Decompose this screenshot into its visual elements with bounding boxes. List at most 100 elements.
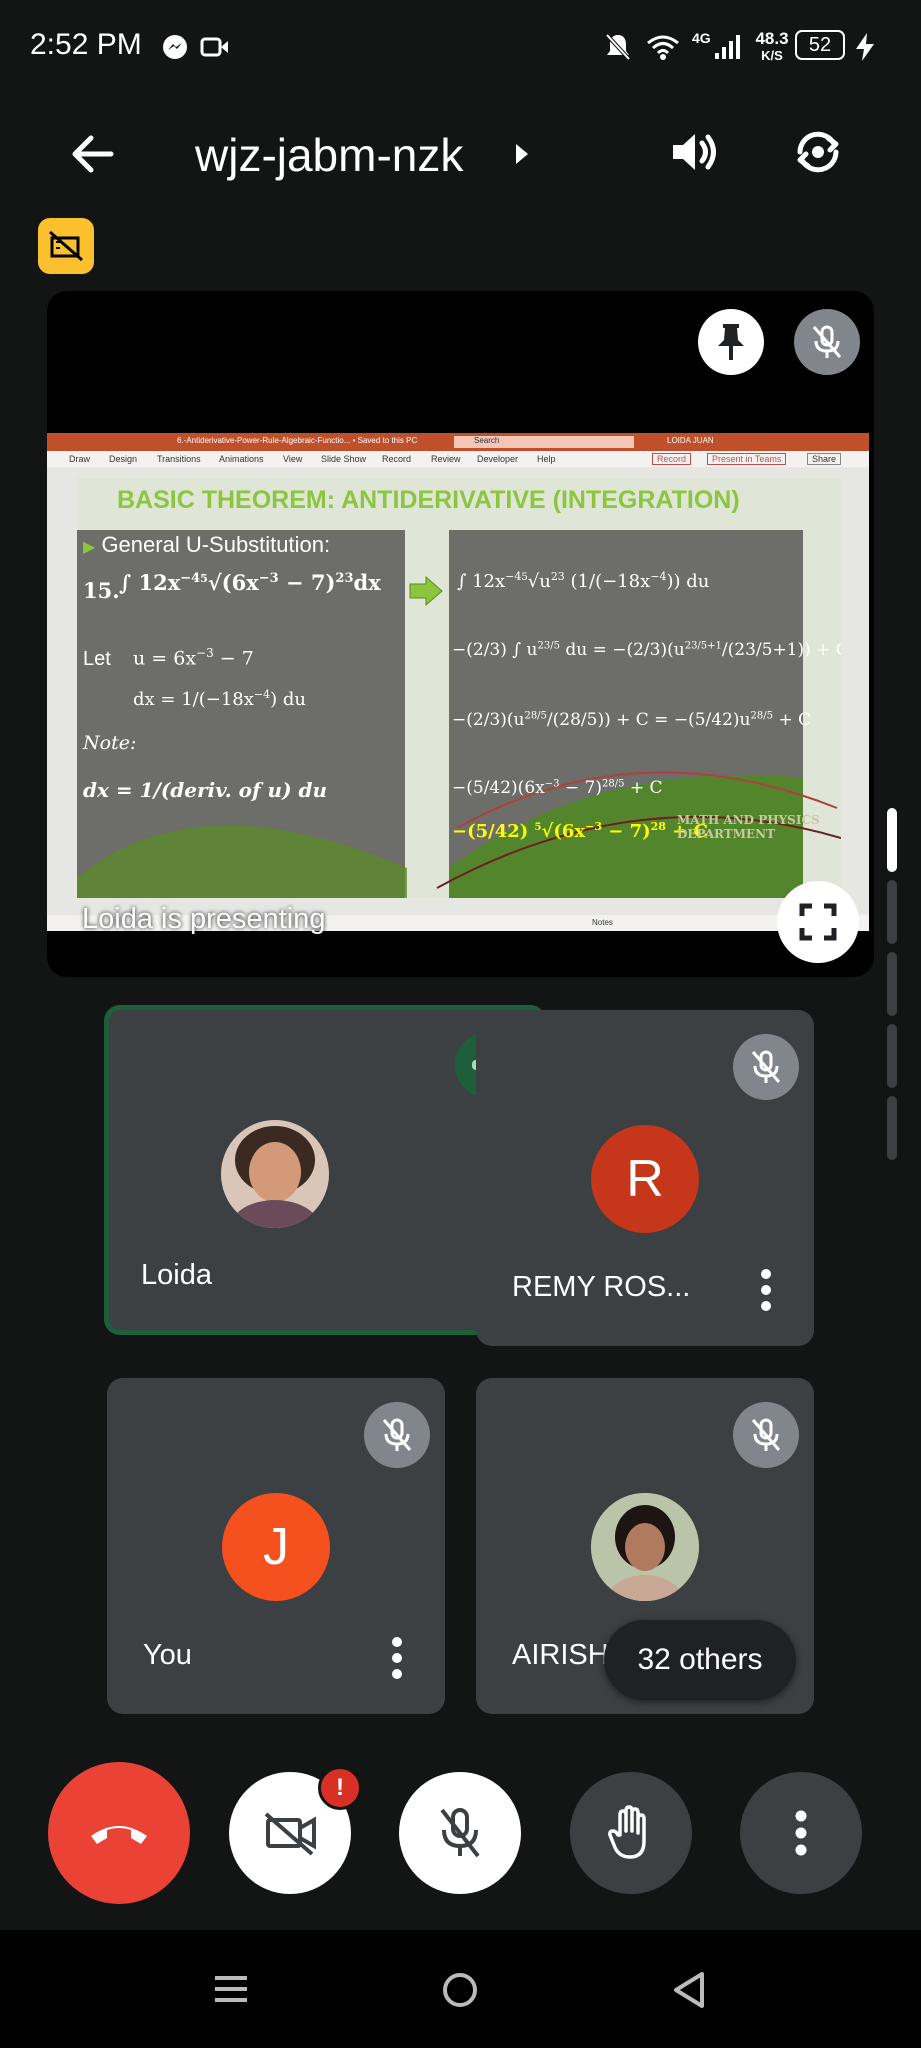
ppt-button: Present in Teams	[707, 453, 787, 465]
more-options-button[interactable]	[740, 1772, 862, 1894]
integral-expression: ∫ 12x−45√(6x−3 − 7)23dx	[119, 570, 381, 595]
mic-off-icon	[751, 1050, 781, 1083]
end-call-button[interactable]	[48, 1762, 190, 1904]
ppt-tab: Animations	[219, 454, 264, 464]
mic-off-icon	[382, 1418, 412, 1451]
note-label: Note:	[83, 732, 137, 754]
network-speed: 48.3 K/S	[752, 30, 792, 64]
hand-icon	[608, 1805, 646, 1859]
presenting-label: Loida is presenting	[82, 903, 326, 935]
scrollbar-thumb[interactable]	[887, 808, 897, 872]
participant-tile-you[interactable]: J You	[107, 1378, 445, 1714]
ppt-tab: Design	[109, 454, 138, 464]
camera-alert-badge: !	[318, 1766, 362, 1810]
department-watermark: MATH AND PHYSICS DEPARTMENT	[677, 813, 820, 841]
mic-off-indicator	[733, 1402, 799, 1468]
speed-value: 48.3	[755, 29, 789, 48]
ppt-tab: Review	[431, 454, 461, 464]
meeting-code[interactable]: wjz-jabm-nzk	[195, 128, 463, 182]
slide-subtitle: ▶ General U-Substitution:	[83, 532, 331, 557]
pin-icon	[718, 324, 744, 360]
ppt-search: Search	[454, 436, 634, 448]
switch-camera-icon	[797, 131, 839, 173]
more-options-icon[interactable]	[760, 1268, 772, 1312]
pin-button[interactable]	[698, 309, 764, 375]
scrollbar-track	[887, 880, 897, 1230]
note-formula: dx = 1/(deriv. of u) du	[83, 778, 328, 802]
ppt-ribbon: Draw Design Transitions Animations View …	[47, 451, 869, 467]
arrow-back-icon	[72, 135, 114, 173]
video-record-icon	[200, 30, 230, 64]
ppt-user: LOIDA JUAN	[667, 436, 714, 445]
recents-nav-icon[interactable]	[212, 1970, 250, 2008]
ppt-title-bar: 6.-Antiderivative-Power-Rule-Algebraic-F…	[47, 433, 869, 451]
wifi-icon	[645, 30, 681, 64]
fullscreen-icon	[799, 903, 837, 941]
avatar-initial: R	[591, 1125, 699, 1233]
avatar-initial: J	[222, 1493, 330, 1601]
messenger-icon	[160, 30, 190, 64]
u-definition: u = 6x−3 − 7	[133, 646, 254, 670]
shared-screen: 6.-Antiderivative-Power-Rule-Algebraic-F…	[47, 433, 869, 931]
slide-title: BASIC THEOREM: ANTIDERIVATIVE (INTEGRATI…	[117, 486, 740, 515]
fullscreen-button[interactable]	[777, 881, 859, 963]
volume-icon	[673, 134, 716, 170]
videocam-off-icon	[264, 1812, 316, 1856]
slide-green-wave	[77, 771, 841, 898]
network-type: 4G	[692, 30, 711, 46]
charging-icon	[850, 30, 880, 64]
ppt-tab: Draw	[69, 454, 91, 464]
participant-name: Loida	[141, 1259, 212, 1291]
presentation-stage[interactable]: 6.-Antiderivative-Power-Rule-Algebraic-F…	[47, 291, 874, 977]
others-label: 32 others	[637, 1643, 763, 1676]
ppt-button: Record	[652, 453, 692, 465]
back-nav-icon[interactable]	[670, 1970, 708, 2010]
mic-off-icon	[440, 1808, 480, 1858]
step-4: −(5/42)(6x−3 − 7)28/5 + C	[452, 778, 663, 798]
ppt-notes: Notes	[592, 918, 613, 927]
video-off-icon	[49, 230, 83, 262]
raise-hand-button[interactable]	[570, 1772, 692, 1894]
ppt-tab: Transitions	[157, 454, 201, 464]
mute-notifications-icon	[603, 30, 633, 64]
participant-tile-remy[interactable]: R REMY ROS...	[476, 1010, 814, 1346]
mic-off-indicator	[364, 1402, 430, 1468]
home-nav-icon[interactable]	[440, 1970, 480, 2010]
presenter-mic-off-indicator	[794, 309, 860, 375]
ppt-filename: 6.-Antiderivative-Power-Rule-Algebraic-F…	[177, 436, 418, 445]
battery-indicator: 52	[795, 30, 845, 60]
participant-name: You	[143, 1639, 192, 1671]
battery-level: 52	[808, 33, 832, 56]
back-button[interactable]	[62, 124, 122, 184]
avatar-photo-loida	[221, 1120, 329, 1228]
slide-content: BASIC THEOREM: ANTIDERIVATIVE (INTEGRATI…	[77, 478, 841, 898]
slide-title-text: BASIC THEOREM: ANTIDERIVATIVE (INTEGRATI…	[117, 486, 740, 514]
more-options-icon[interactable]	[391, 1636, 403, 1680]
participant-name: REMY ROS...	[512, 1271, 691, 1303]
call-end-icon	[91, 1826, 147, 1844]
mic-off-indicator	[733, 1034, 799, 1100]
video-paused-badge[interactable]	[38, 218, 94, 274]
mic-toggle-button[interactable]	[399, 1772, 521, 1894]
speed-unit: K/S	[761, 48, 783, 63]
others-chip[interactable]: 32 others	[604, 1620, 796, 1700]
step-2: −(2/3) ∫ u23/5 du = −(2/3)(u23/5+1/(23/5…	[452, 640, 841, 660]
slide-subtitle-text: General U-Substitution:	[101, 532, 331, 557]
ppt-tab: Developer	[477, 454, 519, 464]
switch-camera-button[interactable]	[788, 122, 848, 182]
ppt-tab: View	[283, 454, 303, 464]
speaker-button[interactable]	[665, 122, 725, 182]
mic-off-icon	[812, 325, 842, 358]
step-3: −(2/3)(u28/5/(28/5)) + C = −(5/42)u28/5 …	[452, 710, 811, 730]
status-bar: 2:52 PM 4G 48.3 K/S 52	[0, 0, 921, 90]
system-nav-bar	[0, 1930, 921, 2048]
step-1: ∫ 12x−45√u23 (1/(−18x−4)) du	[457, 570, 710, 592]
dx-definition: dx = 1/(−18x−4) du	[133, 688, 306, 710]
ppt-tab: Slide Show	[321, 454, 367, 464]
ppt-button: Share	[807, 453, 842, 465]
problem-number: 15.	[83, 578, 120, 603]
slide-arrow-icon	[408, 575, 444, 607]
final-answer: −(5/42) 5√(6x−3 − 7)28 + C	[452, 820, 708, 842]
meeting-details-arrow-icon[interactable]	[510, 138, 534, 170]
ppt-tab: Help	[537, 454, 556, 464]
